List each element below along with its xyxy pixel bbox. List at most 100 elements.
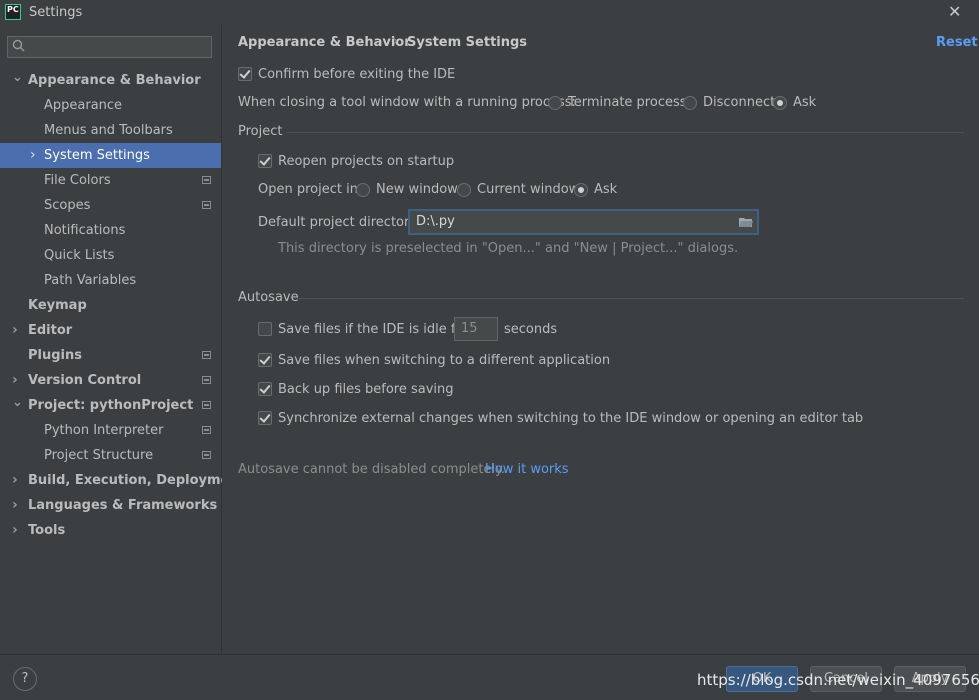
idle-seconds-value: 15 — [461, 321, 478, 336]
confirm-exit-checkbox[interactable] — [238, 67, 252, 81]
sidebar-item-appearance-behavior[interactable]: ⌄ Appearance & Behavior — [0, 68, 221, 93]
project-scope-icon — [202, 351, 211, 359]
sidebar-item-file-colors[interactable]: File Colors — [0, 168, 221, 193]
chevron-right-icon: › — [12, 522, 18, 538]
backup-files-label: Back up files before saving — [278, 382, 454, 397]
sidebar-item-python-interpreter[interactable]: Python Interpreter — [0, 418, 221, 443]
sidebar-item-languages-frameworks[interactable]: › Languages & Frameworks — [0, 493, 221, 518]
sidebar-item-label: Project: pythonProject — [28, 398, 194, 413]
closing-process-label: When closing a tool window with a runnin… — [238, 95, 576, 110]
chevron-down-icon: ⌄ — [12, 70, 23, 85]
reopen-projects-checkbox[interactable] — [258, 154, 272, 168]
sidebar-item-menus-toolbars[interactable]: Menus and Toolbars — [0, 118, 221, 143]
terminate-process-label: Terminate process — [568, 95, 687, 110]
disconnect-label: Disconnect — [703, 95, 776, 110]
terminate-process-radio[interactable] — [548, 96, 562, 110]
autosave-note: Autosave cannot be disabled completely. — [238, 462, 506, 477]
disconnect-radio[interactable] — [683, 96, 697, 110]
sidebar-item-label: Python Interpreter — [44, 423, 164, 438]
sidebar-item-label: Scopes — [44, 198, 91, 213]
save-on-idle-checkbox[interactable] — [258, 322, 272, 336]
new-window-radio[interactable] — [356, 183, 370, 197]
section-divider — [286, 132, 964, 133]
sidebar-item-label: File Colors — [44, 173, 111, 188]
sidebar-item-path-variables[interactable]: Path Variables — [0, 268, 221, 293]
sidebar-item-label: Build, Execution, Deployment — [28, 473, 245, 488]
help-button[interactable]: ? — [13, 667, 37, 691]
how-it-works-link[interactable]: How it works — [485, 462, 569, 477]
closing-ask-label: Ask — [793, 95, 817, 110]
backup-files-checkbox[interactable] — [258, 382, 272, 396]
default-dir-label: Default project directory: — [258, 215, 421, 230]
closing-ask-radio[interactable] — [773, 96, 787, 110]
autosave-section-title: Autosave — [238, 290, 299, 305]
chevron-right-icon: › — [12, 472, 18, 488]
sidebar-item-label: Quick Lists — [44, 248, 115, 263]
sidebar-item-label: Path Variables — [44, 273, 137, 288]
idle-seconds-input[interactable]: 15 — [454, 317, 498, 341]
close-icon[interactable]: ✕ — [948, 2, 961, 21]
idle-seconds-unit: seconds — [504, 322, 558, 337]
sidebar-item-label: Project Structure — [44, 448, 154, 463]
sidebar-item-appearance[interactable]: Appearance — [0, 93, 221, 118]
chevron-right-icon: › — [12, 322, 18, 338]
sidebar-item-label: Plugins — [28, 348, 82, 363]
folder-icon[interactable] — [739, 217, 753, 227]
section-divider — [298, 298, 964, 299]
sidebar-item-keymap[interactable]: Keymap — [0, 293, 221, 318]
sync-external-checkbox[interactable] — [258, 411, 272, 425]
chevron-right-icon: › — [12, 497, 18, 513]
reset-link[interactable]: Reset — [936, 35, 978, 50]
title-bar: PC Settings ✕ — [0, 0, 979, 25]
sidebar-item-tools[interactable]: › Tools — [0, 518, 221, 543]
default-dir-value: D:\.py — [416, 214, 455, 229]
default-dir-hint: This directory is preselected in "Open..… — [278, 241, 739, 256]
sidebar-item-system-settings[interactable]: › System Settings — [0, 143, 221, 168]
current-window-label: Current window — [477, 182, 580, 197]
project-scope-icon — [202, 376, 211, 384]
sidebar-item-label: Version Control — [28, 373, 142, 388]
project-scope-icon — [202, 201, 211, 209]
sidebar-item-editor[interactable]: › Editor — [0, 318, 221, 343]
sidebar-item-version-control[interactable]: › Version Control — [0, 368, 221, 393]
sidebar-item-label: System Settings — [44, 148, 150, 163]
open-ask-radio[interactable] — [574, 183, 588, 197]
open-project-in-label: Open project in — [258, 182, 358, 197]
sidebar-item-quick-lists[interactable]: Quick Lists — [0, 243, 221, 268]
breadcrumb-separator-icon: › — [393, 34, 399, 49]
default-dir-input[interactable]: D:\.py — [408, 209, 759, 235]
sidebar-item-project[interactable]: ⌄ Project: pythonProject — [0, 393, 221, 418]
sync-external-label: Synchronize external changes when switch… — [278, 411, 864, 426]
sidebar-item-build-execution[interactable]: › Build, Execution, Deployment — [0, 468, 245, 493]
open-ask-label: Ask — [594, 182, 618, 197]
confirm-exit-label: Confirm before exiting the IDE — [258, 67, 456, 82]
sidebar-item-notifications[interactable]: Notifications — [0, 218, 221, 243]
settings-content-panel — [222, 25, 979, 654]
sidebar-item-label: Appearance — [44, 98, 123, 113]
sidebar-item-label: Editor — [28, 323, 73, 338]
breadcrumb-current: System Settings — [407, 35, 528, 50]
new-window-label: New window — [376, 182, 458, 197]
save-on-switch-label: Save files when switching to a different… — [278, 353, 611, 368]
sidebar-item-scopes[interactable]: Scopes — [0, 193, 221, 218]
search-icon — [12, 39, 25, 52]
project-section-title: Project — [238, 124, 283, 139]
pycharm-app-icon: PC — [5, 4, 21, 20]
sidebar-item-plugins[interactable]: Plugins — [0, 343, 221, 368]
chevron-down-icon: ⌄ — [12, 395, 23, 410]
sidebar-item-project-structure[interactable]: Project Structure — [0, 443, 221, 468]
sidebar-item-label: Notifications — [44, 223, 126, 238]
breadcrumb-parent[interactable]: Appearance & Behavior — [238, 35, 411, 50]
chevron-right-icon: › — [30, 147, 36, 163]
sidebar-item-label: Tools — [28, 523, 66, 538]
current-window-radio[interactable] — [457, 183, 471, 197]
window-title: Settings — [29, 5, 83, 20]
sidebar-item-label: Menus and Toolbars — [44, 123, 173, 138]
reopen-projects-label: Reopen projects on startup — [278, 154, 455, 169]
watermark-text: https://blog.csdn.net/weixin_40976562 — [697, 671, 979, 689]
sidebar-item-label: Languages & Frameworks — [28, 498, 218, 513]
save-on-switch-checkbox[interactable] — [258, 353, 272, 367]
project-scope-icon — [202, 426, 211, 434]
project-scope-icon — [202, 451, 211, 459]
settings-search-input[interactable] — [7, 36, 212, 58]
